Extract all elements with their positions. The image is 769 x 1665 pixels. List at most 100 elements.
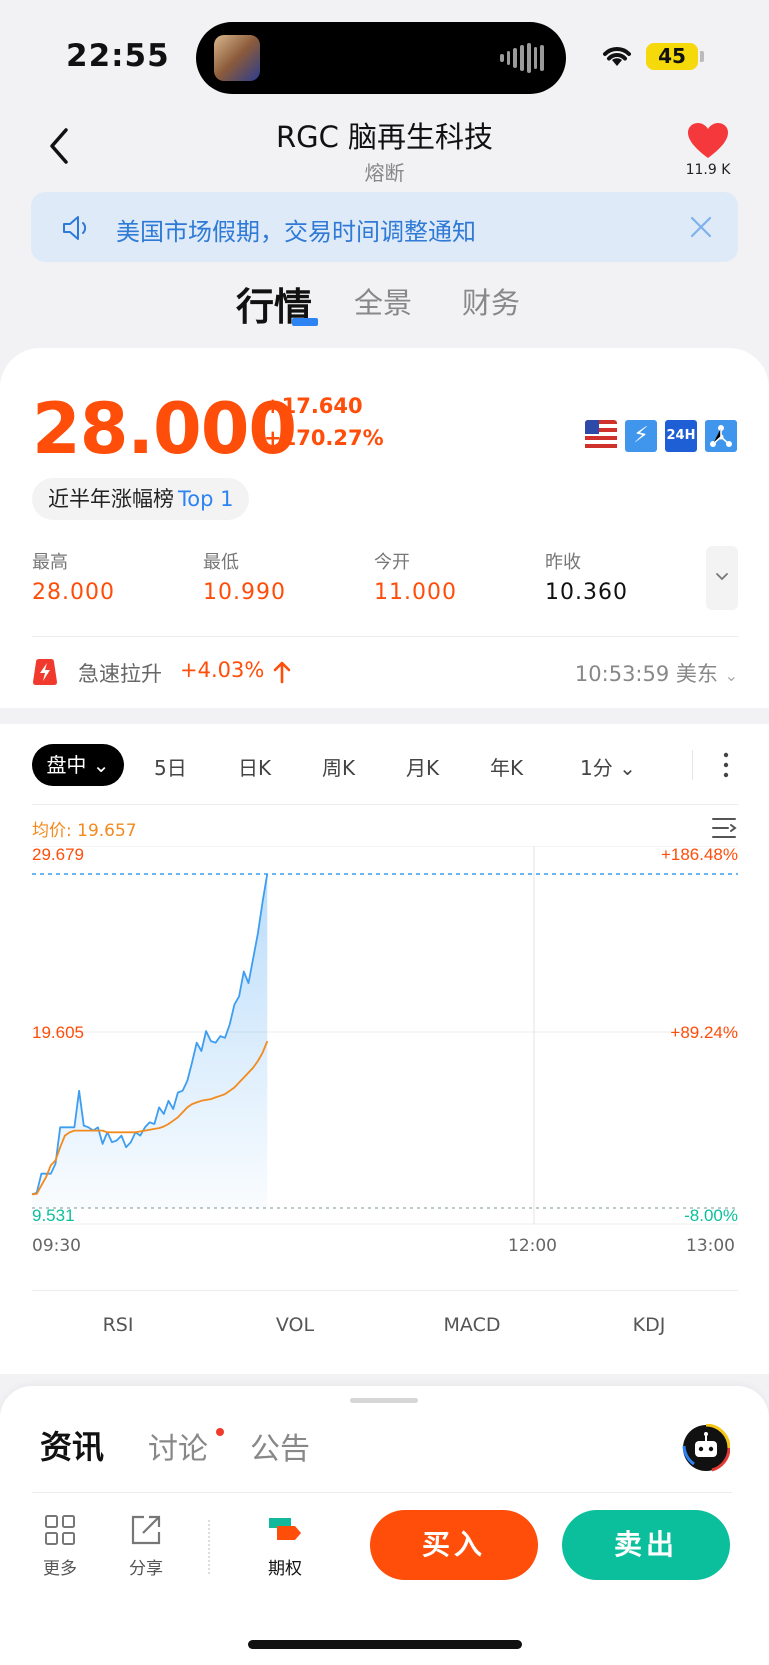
notice-text: 美国市场假期，交易时间调整通知 bbox=[116, 218, 476, 246]
divider bbox=[32, 636, 738, 637]
chart-card: 盘中 ⌄ 5日 日K 周K 月K 年K 1分 ⌄ 均价: 19.657 29.6… bbox=[0, 724, 769, 1374]
y-right-label-top: +186.48% bbox=[661, 846, 738, 864]
stat-value: 28.000 bbox=[32, 580, 115, 605]
favorite-button[interactable]: 11.9 K bbox=[680, 122, 736, 178]
ai-assistant-icon[interactable] bbox=[682, 1424, 730, 1472]
divider bbox=[32, 804, 738, 805]
y-right-label-mid: +89.24% bbox=[670, 1023, 738, 1042]
y-left-label-bottom: 9.531 bbox=[32, 1206, 75, 1225]
tab-overview[interactable]: 全景 bbox=[354, 280, 412, 322]
x-label-open: 09:30 bbox=[32, 1236, 81, 1256]
stat-prev-close: 昨收 10.360 bbox=[545, 548, 695, 605]
divider bbox=[692, 750, 693, 780]
stat-label: 最低 bbox=[203, 552, 239, 573]
sheet-grabber[interactable] bbox=[350, 1398, 418, 1403]
period-5d[interactable]: 5日 bbox=[154, 752, 187, 781]
status-bar: 22:55 45 bbox=[0, 0, 769, 110]
chart-settings-icon[interactable] bbox=[711, 816, 737, 840]
divider bbox=[208, 1520, 210, 1574]
rank-label: 近半年涨幅榜 bbox=[48, 487, 174, 511]
period-1min[interactable]: 1分 ⌄ bbox=[580, 752, 636, 781]
period-intraday[interactable]: 盘中 ⌄ bbox=[32, 744, 124, 786]
tab-news[interactable]: 资讯 bbox=[40, 1422, 104, 1468]
tab-indicator bbox=[292, 318, 318, 326]
dynamic-island[interactable] bbox=[196, 22, 566, 94]
period-selector: 盘中 ⌄ 5日 日K 周K 月K 年K 1分 ⌄ bbox=[32, 744, 738, 786]
now-playing-artwork bbox=[214, 35, 260, 81]
x-label-noon: 12:00 bbox=[508, 1236, 557, 1256]
indicator-vol[interactable]: VOL bbox=[245, 1314, 345, 1336]
period-year-k[interactable]: 年K bbox=[490, 752, 523, 781]
stock-markers: ⚡ 24H bbox=[585, 420, 737, 452]
price-change: +17.640 bbox=[264, 394, 363, 418]
indicator-rsi[interactable]: RSI bbox=[68, 1314, 168, 1336]
options-button[interactable]: 期权 bbox=[255, 1514, 315, 1579]
status-time: 22:55 bbox=[66, 38, 170, 74]
more-button[interactable]: 更多 bbox=[30, 1514, 90, 1579]
rank-value: Top 1 bbox=[178, 487, 234, 511]
battery-indicator: 45 bbox=[646, 43, 698, 70]
more-icon[interactable] bbox=[722, 750, 730, 780]
sell-button[interactable]: 卖出 bbox=[562, 1510, 730, 1580]
tab-announcements[interactable]: 公告 bbox=[250, 1424, 310, 1468]
y-left-label-top: 29.679 bbox=[32, 846, 84, 864]
alert-time-text: 10:53:59 美东 bbox=[574, 662, 718, 686]
close-icon[interactable] bbox=[686, 212, 716, 242]
heart-icon bbox=[688, 123, 728, 158]
favorite-count: 11.9 K bbox=[685, 162, 731, 178]
speaker-icon bbox=[63, 216, 87, 240]
indicator-kdj[interactable]: KDJ bbox=[599, 1314, 699, 1336]
period-label: 盘中 bbox=[46, 753, 87, 777]
tab-financials[interactable]: 财务 bbox=[462, 280, 520, 322]
rank-chip[interactable]: 近半年涨幅榜 Top 1 bbox=[32, 478, 250, 520]
arrow-up-icon bbox=[273, 661, 291, 684]
chevron-down-icon: ⌄ bbox=[724, 666, 738, 685]
page-tabs: 行情 全景 财务 bbox=[0, 280, 769, 330]
alert-change: +4.03% bbox=[180, 658, 265, 682]
y-left-label-mid: 19.605 bbox=[32, 1023, 84, 1042]
divider bbox=[32, 1492, 732, 1493]
chevron-down-icon bbox=[716, 573, 728, 581]
period-week-k[interactable]: 周K bbox=[322, 752, 355, 781]
current-price: 28.000 bbox=[32, 388, 297, 470]
stat-label: 昨收 bbox=[545, 552, 581, 573]
more-label: 更多 bbox=[43, 1559, 77, 1579]
tab-discussion[interactable]: 讨论 bbox=[148, 1424, 208, 1468]
alert-time: 10:53:59 美东 ⌄ bbox=[575, 658, 738, 688]
audio-wave-icon bbox=[500, 42, 545, 74]
surge-alert-icon bbox=[33, 659, 57, 685]
options-label: 期权 bbox=[268, 1559, 302, 1579]
price-alert-row[interactable]: 急速拉升 +4.03% 10:53:59 美东 ⌄ bbox=[32, 654, 738, 690]
bottom-sheet: 资讯 讨论 公告 更多 分享 期权 买入 卖出 bbox=[0, 1386, 769, 1665]
stock-status: 熔断 bbox=[364, 161, 405, 185]
stock-title: RGC 脑再生科技 bbox=[275, 120, 494, 154]
grid-icon bbox=[45, 1515, 75, 1545]
price-stats: 最高 28.000 最低 10.990 今开 11.000 昨收 10.360 bbox=[32, 548, 682, 608]
stat-low: 最低 10.990 bbox=[203, 548, 353, 605]
stat-value: 11.000 bbox=[374, 580, 457, 605]
intraday-chart[interactable]: 29.679 19.605 9.531 +186.48% +89.24% -8.… bbox=[0, 846, 769, 1226]
quote-card: 28.000 +17.640 +170.27% ⚡ 24H 近半年涨幅榜 Top … bbox=[0, 348, 769, 708]
lightning-icon[interactable]: ⚡ bbox=[625, 420, 657, 452]
nodes-icon[interactable] bbox=[705, 420, 737, 452]
unread-dot bbox=[216, 1428, 224, 1436]
period-month-k[interactable]: 月K bbox=[406, 752, 439, 781]
period-day-k[interactable]: 日K bbox=[238, 752, 271, 781]
wifi-icon bbox=[603, 47, 631, 66]
share-label: 分享 bbox=[129, 1559, 163, 1579]
stat-high: 最高 28.000 bbox=[32, 548, 182, 605]
battery-tip bbox=[700, 51, 704, 62]
price-change-percent: +170.27% bbox=[264, 426, 384, 450]
stat-value: 10.360 bbox=[545, 580, 628, 605]
share-icon bbox=[131, 1515, 161, 1545]
options-icon bbox=[269, 1518, 301, 1540]
market-notice-banner[interactable]: 美国市场假期，交易时间调整通知 bbox=[31, 192, 738, 262]
us-flag-icon[interactable] bbox=[585, 420, 617, 452]
buy-button[interactable]: 买入 bbox=[370, 1510, 538, 1580]
average-price-label: 均价: 19.657 bbox=[32, 821, 137, 841]
expand-stats-button[interactable] bbox=[706, 546, 738, 610]
indicator-macd[interactable]: MACD bbox=[422, 1314, 522, 1336]
24h-icon[interactable]: 24H bbox=[665, 420, 697, 452]
share-button[interactable]: 分享 bbox=[116, 1514, 176, 1579]
alert-label: 急速拉升 bbox=[78, 662, 162, 686]
